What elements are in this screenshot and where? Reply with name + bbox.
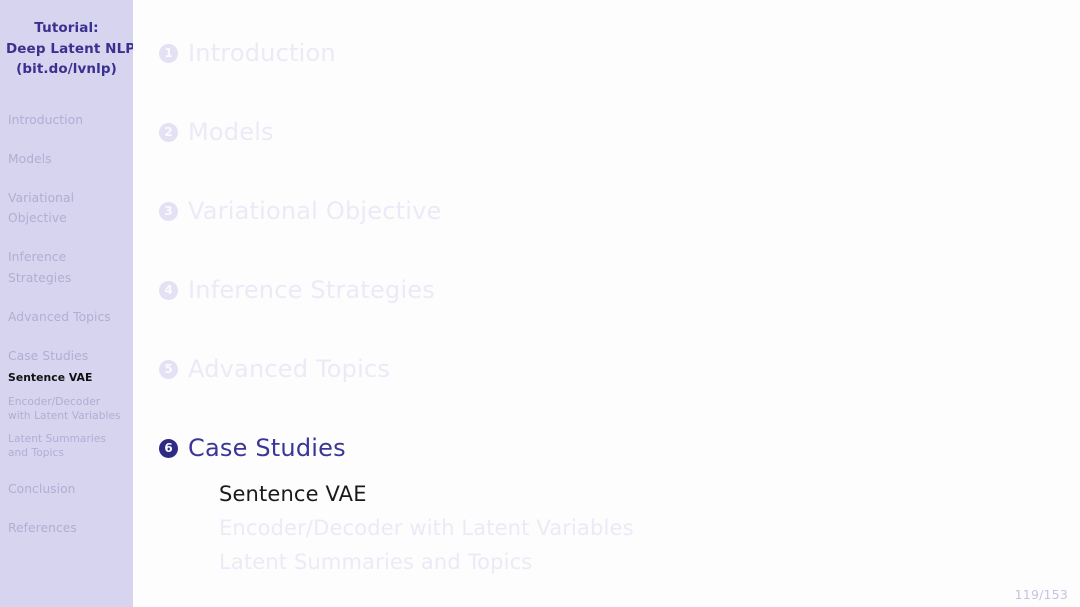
section-number-badge: 6 — [159, 438, 178, 458]
toc-entry-case-studies[interactable]: 6 Case Studies — [159, 429, 1080, 467]
sidebar-item-advanced-topics[interactable]: Advanced Topics — [8, 307, 125, 328]
slide-content: 1 Introduction 2 Models 3 Variational Ob… — [133, 0, 1080, 607]
toc-entry-label: Inference Strategies — [188, 276, 435, 304]
section-number-badge: 2 — [159, 122, 178, 142]
toc-entry-models[interactable]: 2 Models — [159, 113, 1080, 151]
toc-entry-introduction[interactable]: 1 Introduction — [159, 34, 1080, 72]
toc-subentry-encoder-decoder[interactable]: Encoder/Decoder with Latent Variables — [219, 511, 1080, 545]
toc-entry-label: Models — [188, 118, 274, 146]
sidebar-subitem-encoder-decoder[interactable]: Encoder/Decoder with Latent Variables — [8, 395, 125, 424]
section-number-badge: 3 — [159, 201, 178, 221]
toc-entry-label: Introduction — [188, 39, 336, 67]
section-number-badge: 4 — [159, 280, 178, 300]
sidebar-subitem-sentence-vae[interactable]: Sentence VAE — [8, 371, 125, 386]
sidebar-subsection-list: Sentence VAE Encoder/Decoder with Latent… — [8, 371, 125, 461]
sidebar-title-line-2: Deep Latent NLP — [6, 40, 136, 57]
sidebar-item-models[interactable]: Models — [8, 149, 125, 170]
section-number-badge: 5 — [159, 359, 178, 379]
sidebar-item-variational-objective[interactable]: Variational Objective — [8, 188, 125, 229]
sidebar-navigation: Tutorial: Deep Latent NLP (bit.do/lvnlp)… — [0, 0, 136, 607]
toc-entry-label: Variational Objective — [188, 197, 442, 225]
sidebar-title-line-1: Tutorial: — [34, 20, 99, 36]
sidebar-title-line-3: (bit.do/lvnlp) — [16, 61, 117, 77]
toc-entry-variational-objective[interactable]: 3 Variational Objective — [159, 192, 1080, 230]
toc-entry-label: Case Studies — [188, 434, 346, 462]
sidebar-nav-list: Introduction Models Variational Objectiv… — [0, 110, 133, 539]
sidebar-item-inference-strategies[interactable]: Inference Strategies — [8, 247, 125, 288]
sidebar-subitem-latent-summaries[interactable]: Latent Summaries and Topics — [8, 432, 125, 461]
presentation-slide: Tutorial: Deep Latent NLP (bit.do/lvnlp)… — [0, 0, 1080, 607]
toc-entry-advanced-topics[interactable]: 5 Advanced Topics — [159, 350, 1080, 388]
sidebar-item-case-studies[interactable]: Case Studies — [8, 346, 125, 367]
toc-subentry-latent-summaries[interactable]: Latent Summaries and Topics — [219, 545, 1080, 579]
sidebar-item-references[interactable]: References — [8, 518, 125, 539]
page-number: 119/153 — [1014, 587, 1068, 602]
toc-entry-inference-strategies[interactable]: 4 Inference Strategies — [159, 271, 1080, 309]
table-of-contents: 1 Introduction 2 Models 3 Variational Ob… — [159, 0, 1080, 579]
toc-subentry-sentence-vae[interactable]: Sentence VAE — [219, 477, 1080, 511]
sidebar-item-introduction[interactable]: Introduction — [8, 110, 125, 131]
toc-entry-label: Advanced Topics — [188, 355, 391, 383]
sidebar-item-conclusion[interactable]: Conclusion — [8, 479, 125, 500]
sidebar-title: Tutorial: Deep Latent NLP (bit.do/lvnlp) — [0, 0, 136, 80]
section-number-badge: 1 — [159, 43, 178, 63]
